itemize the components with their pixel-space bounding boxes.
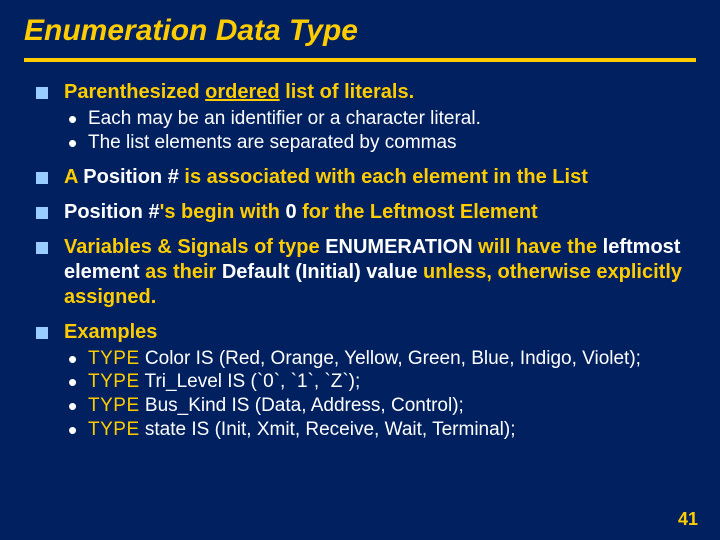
example: TYPE Color IS (Red, Orange, Yellow, Gree… [68,347,696,371]
example: TYPE Bus_Kind IS (Data, Address, Control… [68,394,696,418]
sub-bullet: Each may be an identifier or a character… [68,107,696,131]
example-body: Tri_Level IS (`0`, `1`, `Z`); [140,371,361,392]
text: Parenthesized [64,81,205,103]
slide-title: Enumeration Data Type [24,10,696,58]
sub-bullet: The list elements are separated by comma… [68,131,696,155]
text-highlight: ENUMERATION [325,236,472,258]
title-rule [24,58,696,62]
keyword: TYPE [88,371,140,392]
text: for the Leftmost Element [297,201,538,223]
bullet-3: Position #'s begin with 0 for the Leftmo… [34,200,696,225]
text: Variables & Signals of type [64,236,325,258]
bullet-4: Variables & Signals of type ENUMERATION … [34,235,696,310]
text-underlined: ordered [205,81,279,103]
bullet-2: A Position # is associated with each ele… [34,165,696,190]
text-highlight: Position # [64,201,160,223]
text: A [64,166,83,188]
bullet-5: Examples TYPE Color IS (Red, Orange, Yel… [34,320,696,442]
slide-content: Parenthesized ordered list of literals. … [24,80,696,442]
example: TYPE state IS (Init, Xmit, Receive, Wait… [68,418,696,442]
slide: Enumeration Data Type Parenthesized orde… [0,0,720,540]
text: as their [140,261,222,283]
example: TYPE Tri_Level IS (`0`, `1`, `Z`); [68,370,696,394]
bullet-1: Parenthesized ordered list of literals. … [34,80,696,155]
keyword: TYPE [88,348,140,369]
example-body: Bus_Kind IS (Data, Address, Control); [140,395,464,416]
text: will have the [473,236,603,258]
keyword: TYPE [88,419,140,440]
text-highlight: 0 [285,201,296,223]
bullet-list: Parenthesized ordered list of literals. … [34,80,696,442]
examples-list: TYPE Color IS (Red, Orange, Yellow, Gree… [64,347,696,442]
text-highlight: Default (Initial) value [222,261,418,283]
example-body: state IS (Init, Xmit, Receive, Wait, Ter… [140,419,516,440]
text-highlight: Position # [83,166,179,188]
page-number: 41 [678,509,698,530]
text: is associated with each element in the L… [179,166,588,188]
text: 's begin with [160,201,286,223]
text: Examples [64,321,157,343]
example-body: Color IS (Red, Orange, Yellow, Green, Bl… [140,348,641,369]
text: list of literals. [280,81,414,103]
keyword: TYPE [88,395,140,416]
sub-list: Each may be an identifier or a character… [64,107,696,155]
